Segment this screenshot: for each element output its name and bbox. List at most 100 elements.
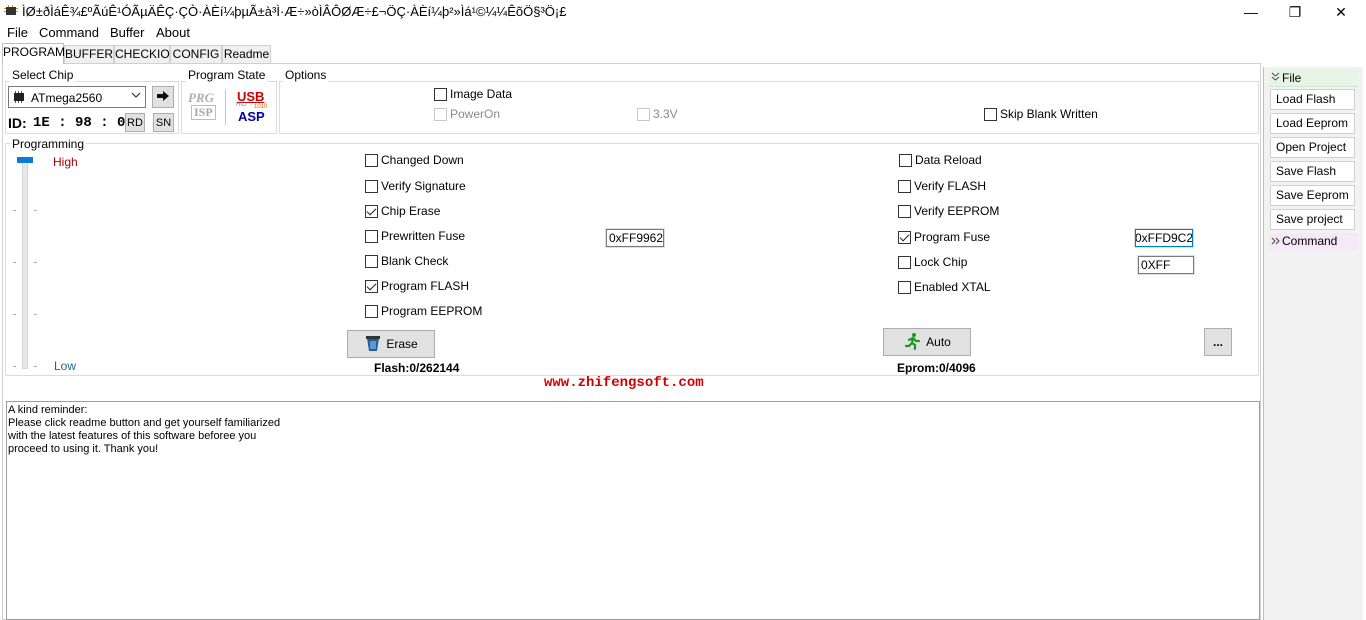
running-man-icon (903, 332, 921, 353)
skip-blank-checkbox[interactable]: Skip Blank Written (984, 107, 1098, 121)
file-section-label: File (1282, 71, 1302, 85)
tab-readme[interactable]: Readme (222, 45, 271, 63)
flash-counter: Flash:0/262144 (374, 361, 460, 375)
blank-check-checkbox[interactable]: Blank Check (365, 254, 448, 268)
website-link[interactable]: www.zhifengsoft.com (544, 375, 704, 391)
restore-button[interactable]: ❐ (1272, 0, 1318, 24)
tab-buffer[interactable]: BUFFER (64, 45, 114, 63)
program-flash-checkbox[interactable]: Program FLASH (365, 279, 469, 293)
checkbox-box (898, 179, 911, 193)
chip-icon (12, 91, 26, 106)
slider-tick (13, 366, 16, 367)
menu-file[interactable]: File (7, 25, 28, 40)
slider-tick (13, 210, 16, 211)
slider-track (22, 157, 28, 369)
prewritten-fuse-label: Prewritten Fuse (381, 229, 466, 243)
verify-eeprom-label: Verify EEPROM (914, 204, 1000, 218)
lock-chip-checkbox[interactable]: Lock Chip (898, 255, 967, 269)
erase-button[interactable]: Erase (347, 330, 435, 358)
load-eeprom-button[interactable]: Load Eeprom (1270, 113, 1355, 134)
prewritten-fuse-input[interactable]: 0xFF9962 (606, 229, 664, 247)
skip-blank-label: Skip Blank Written (1000, 107, 1098, 121)
asp-indicator: ASP (238, 109, 265, 124)
chevron-down-double-icon (1271, 71, 1280, 86)
enabled-xtal-checkbox[interactable]: Enabled XTAL (898, 280, 991, 294)
v33-label: 3.3V (653, 107, 678, 121)
image-data-checkbox[interactable]: Image Data (434, 87, 512, 101)
program-fuse-checkbox[interactable]: Program Fuse (898, 230, 990, 244)
menu-command[interactable]: Command (39, 25, 99, 40)
checkbox-box (637, 107, 650, 121)
program-eeprom-label: Program EEPROM (381, 304, 483, 318)
checkbox-box (434, 87, 447, 101)
open-project-button[interactable]: Open Project (1270, 137, 1355, 158)
power-on-checkbox[interactable]: PowerOn (434, 107, 500, 121)
verify-signature-checkbox[interactable]: Verify Signature (365, 179, 466, 193)
changed-down-label: Changed Down (381, 153, 464, 167)
options-group (279, 81, 1259, 134)
command-section-label: Command (1282, 234, 1338, 248)
slider-tick (13, 314, 16, 315)
window-title: ÌØ±ðÌáÊ¾£ºÃúÊ¹ÓÃµÄÊÇ·ÇÒ·ÀÈí¼þµÃ±à³Ì·Æ÷»ò… (22, 4, 567, 19)
auto-label: Auto (926, 335, 951, 349)
enabled-xtal-label: Enabled XTAL (914, 280, 991, 294)
programming-group (5, 143, 1259, 376)
tab-program[interactable]: PROGRAM (2, 43, 65, 64)
isp-indicator: ISP (191, 105, 216, 120)
program-eeprom-checkbox[interactable]: Program EEPROM (365, 304, 482, 318)
lock-value-input[interactable]: 0XFF (1138, 256, 1194, 274)
save-flash-button[interactable]: Save Flash (1270, 161, 1355, 182)
arrow-right-icon (156, 90, 170, 105)
checkbox-box (984, 107, 997, 121)
chevron-right-double-icon (1271, 235, 1281, 249)
chip-select[interactable]: ATmega2560 (8, 86, 146, 108)
close-button[interactable]: ✕ (1318, 0, 1364, 24)
data-reload-checkbox[interactable]: Data Reload (899, 153, 982, 167)
v33-checkbox[interactable]: 3.3V (637, 107, 678, 121)
checkbox-box (365, 304, 378, 318)
minimize-button[interactable]: — (1228, 0, 1274, 24)
program-state-legend: Program State (186, 68, 268, 82)
lock-chip-label: Lock Chip (914, 255, 968, 269)
checkbox-box (365, 254, 378, 268)
chip-erase-checkbox[interactable]: Chip Erase (365, 204, 440, 218)
slider-tick (34, 314, 37, 315)
menu-about[interactable]: About (156, 25, 190, 40)
save-project-button[interactable]: Save project (1270, 209, 1355, 230)
changed-down-checkbox[interactable]: Changed Down (365, 153, 464, 167)
load-flash-button[interactable]: Load Flash (1270, 89, 1355, 110)
verify-eeprom-checkbox[interactable]: Verify EEPROM (898, 204, 999, 218)
menu-buffer[interactable]: Buffer (110, 25, 144, 40)
state-divider (225, 89, 226, 125)
power-on-label: PowerOn (450, 107, 501, 121)
chip-id-value: 1E : 98 : 01 (33, 115, 134, 131)
chip-erase-label: Chip Erase (381, 204, 441, 218)
chevron-down-icon (131, 90, 141, 103)
command-section-header[interactable]: Command (1269, 233, 1358, 250)
slider-thumb[interactable] (17, 157, 33, 163)
checkbox-box-checked (898, 230, 911, 244)
sn-button[interactable]: SN (153, 113, 174, 132)
file-section-header[interactable]: File (1269, 69, 1358, 87)
tab-checkio[interactable]: CHECKIO (114, 45, 170, 63)
select-arrow-button[interactable] (152, 86, 174, 108)
reminder-textarea[interactable]: A kind reminder: Please click readme but… (6, 401, 1260, 620)
auto-button[interactable]: Auto (883, 328, 971, 356)
tab-config[interactable]: CONFIG (170, 45, 222, 63)
slider-tick (13, 262, 16, 263)
chip-name: ATmega2560 (31, 91, 103, 105)
prewritten-fuse-checkbox[interactable]: Prewritten Fuse (365, 229, 465, 243)
more-button[interactable]: ... (1204, 328, 1232, 356)
app-chip-icon (4, 5, 18, 17)
checkbox-box (365, 179, 378, 193)
speed-slider[interactable] (11, 155, 47, 370)
program-fuse-input[interactable]: 0xFFD9C2 (1135, 229, 1193, 247)
save-eeprom-button[interactable]: Save Eeprom (1270, 185, 1355, 206)
slider-tick (34, 262, 37, 263)
program-fuse-label: Program Fuse (914, 230, 991, 244)
slider-tick (34, 210, 37, 211)
checkbox-box (365, 153, 378, 167)
verify-flash-checkbox[interactable]: Verify FLASH (898, 179, 986, 193)
rd-button[interactable]: RD (125, 113, 145, 132)
checkbox-box-checked (365, 204, 378, 218)
